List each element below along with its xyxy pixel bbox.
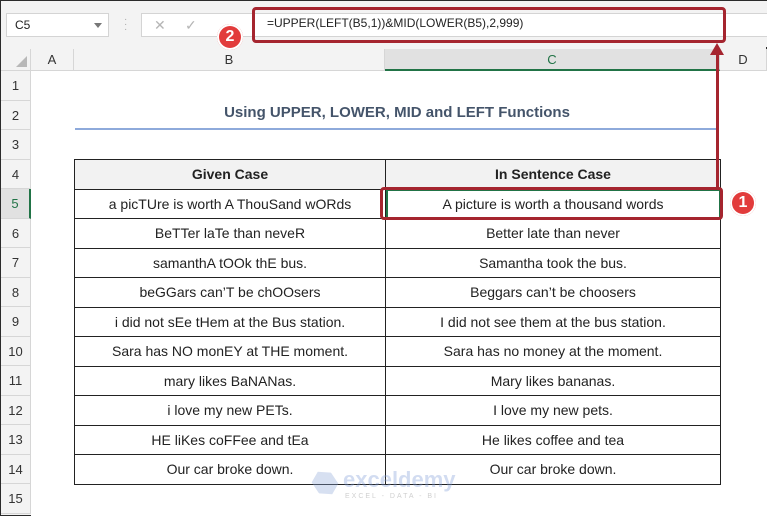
cell-sentence-case[interactable]: Better late than never	[385, 218, 721, 249]
row-header-1[interactable]: 1	[1, 71, 31, 101]
cell-sentence-case[interactable]: He likes coffee and tea	[385, 424, 721, 455]
enter-icon[interactable]: ✓	[185, 17, 197, 34]
cell-given-case[interactable]: Sara has NO monEY at THE moment.	[74, 336, 386, 367]
row-header-3[interactable]: 3	[1, 130, 31, 160]
row-header-6[interactable]: 6	[1, 218, 31, 248]
row-header-9[interactable]: 9	[1, 307, 31, 337]
row-header-8[interactable]: 8	[1, 277, 31, 307]
name-box-value: C5	[15, 18, 31, 32]
column-header-a[interactable]: A	[31, 49, 74, 71]
cell-given-case[interactable]: BeTTer laTe than neveR	[74, 218, 386, 249]
table-header-row: Given Case In Sentence Case	[74, 159, 721, 190]
arrow-line	[716, 51, 719, 188]
cell-highlight-box	[380, 187, 723, 220]
header-sentence-case[interactable]: In Sentence Case	[385, 159, 721, 190]
row-header-4[interactable]: 4	[1, 159, 31, 189]
step-badge-1: 1	[730, 190, 756, 216]
sheet-title: Using UPPER, LOWER, MID and LEFT Functio…	[224, 104, 570, 121]
cell-sentence-case[interactable]: I love my new pets.	[385, 395, 721, 426]
cell-sentence-case[interactable]: Sara has no money at the moment.	[385, 336, 721, 367]
title-underline	[75, 128, 719, 130]
cell-given-case[interactable]: i did not sEe tHem at the Bus station.	[74, 306, 386, 337]
row-header-10[interactable]: 10	[1, 336, 31, 366]
row-header-7[interactable]: 7	[1, 248, 31, 278]
table-row: Sara has NO monEY at THE moment. Sara has…	[74, 336, 721, 367]
table-row: HE liKes coFFee and tEa He likes coffee a…	[74, 424, 721, 455]
row-header-2[interactable]: 2	[1, 100, 31, 130]
table-row: beGGars can’T be chOOsers Beggars can’t b…	[74, 277, 721, 308]
chevron-down-icon[interactable]	[94, 23, 102, 28]
cell-given-case[interactable]: HE liKes coFFee and tEa	[74, 424, 386, 455]
cell-given-case[interactable]: i love my new PETs.	[74, 395, 386, 426]
row-header-11[interactable]: 11	[1, 366, 31, 396]
cell-sentence-case[interactable]: I did not see them at the bus station.	[385, 306, 721, 337]
row-header-12[interactable]: 12	[1, 395, 31, 425]
cell-given-case[interactable]: beGGars can’T be chOOsers	[74, 277, 386, 308]
select-all-corner[interactable]	[1, 49, 31, 71]
cell-given-case[interactable]: mary likes BaNANas.	[74, 365, 386, 396]
formula-highlight-box	[252, 7, 726, 43]
cell-sentence-case[interactable]: Mary likes bananas.	[385, 365, 721, 396]
cell-sentence-case[interactable]: Samantha took the bus.	[385, 247, 721, 278]
row-header-15[interactable]: 15	[1, 484, 31, 514]
cell-sentence-case[interactable]: Beggars can’t be choosers	[385, 277, 721, 308]
cancel-icon[interactable]: ✕	[154, 17, 166, 34]
table-row: BeTTer laTe than neveR Better late than n…	[74, 218, 721, 249]
row-header-13[interactable]: 13	[1, 425, 31, 455]
select-all-triangle-icon	[16, 56, 27, 67]
table-row: i did not sEe tHem at the Bus station. I …	[74, 306, 721, 337]
watermark-tagline: EXCEL - DATA - BI	[345, 493, 438, 500]
table-row: mary likes BaNANas. Mary likes bananas.	[74, 365, 721, 396]
excel-window: C5 · · · ✕ ✓ =UPPER(LEFT(B5,1))&MID(LOWER(…	[0, 0, 767, 516]
column-header-c[interactable]: C	[385, 49, 720, 71]
cell-given-case[interactable]: a picTUre is worth A ThouSand wORds	[74, 188, 386, 219]
separator-dots[interactable]: · · ·	[124, 15, 127, 35]
row-header-14[interactable]: 14	[1, 454, 31, 484]
table-row: i love my new PETs. I love my new pets.	[74, 395, 721, 426]
header-given-case[interactable]: Given Case	[74, 159, 386, 190]
row-header-5[interactable]: 5	[1, 189, 31, 219]
arrow-up-icon	[710, 43, 724, 55]
cell-given-case[interactable]: samanthA tOOk thE bus.	[74, 247, 386, 278]
table-row: samanthA tOOk thE bus. Samantha took the …	[74, 247, 721, 278]
column-header-b[interactable]: B	[74, 49, 385, 71]
column-header-d[interactable]: D	[720, 49, 767, 71]
cell-given-case[interactable]: Our car broke down.	[74, 454, 386, 485]
watermark-name: exceldemy	[343, 467, 456, 492]
step-badge-2: 2	[217, 24, 243, 50]
name-box[interactable]: C5	[6, 13, 109, 37]
